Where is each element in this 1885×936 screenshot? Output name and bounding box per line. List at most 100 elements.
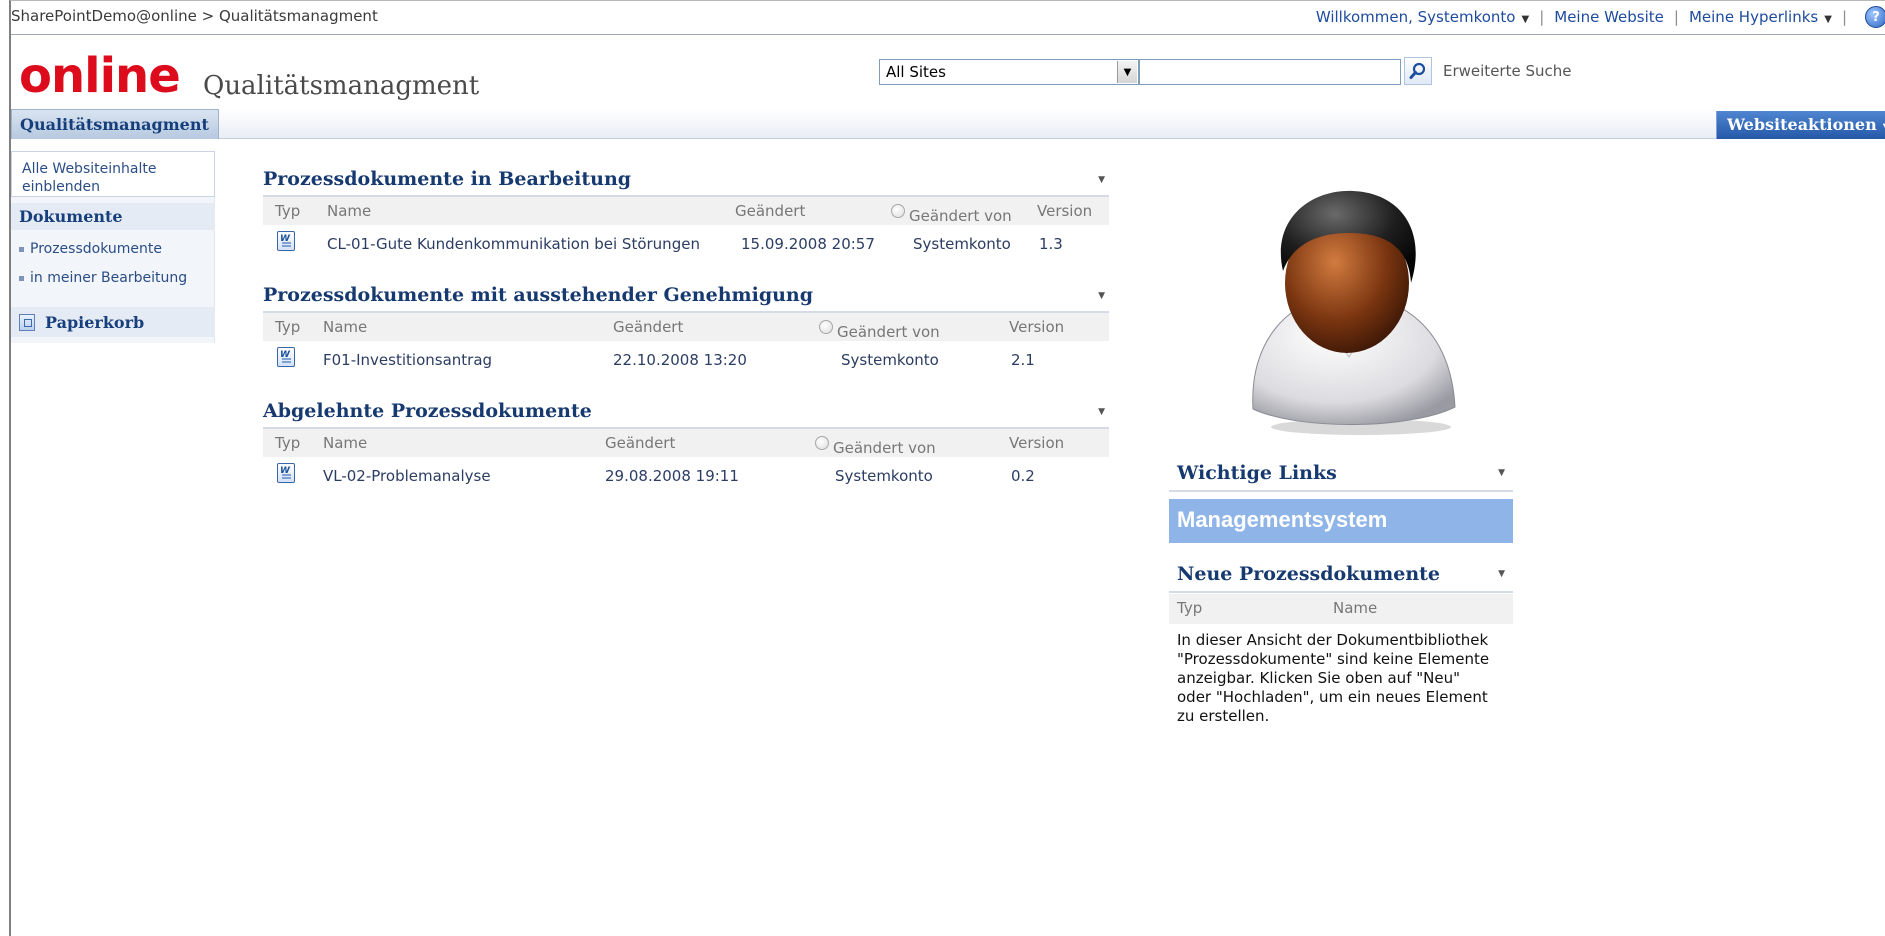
version-value: 1.3 [1039, 235, 1063, 253]
separator: | [1841, 8, 1847, 26]
page-title[interactable]: Qualitätsmanagment [203, 71, 479, 101]
modified-date: 22.10.2008 13:20 [613, 351, 747, 369]
advanced-search-link[interactable]: Erweiterte Suche [1443, 62, 1571, 80]
webpart-title[interactable]: Neue Prozessdokumente [1177, 563, 1440, 585]
modified-by-link[interactable]: Systemkonto [913, 235, 1011, 253]
col-type[interactable]: Typ [275, 202, 300, 220]
modified-date: 15.09.2008 20:57 [741, 235, 875, 253]
col-name[interactable]: Name [323, 318, 367, 336]
document-table: Typ Name Geändert Geändert von Version F… [263, 313, 1109, 373]
quick-launch: Alle Websiteinhalte einblenden Dokumente… [11, 151, 215, 343]
version-value: 2.1 [1011, 351, 1035, 369]
modified-by-link[interactable]: Systemkonto [835, 467, 933, 485]
col-modified-by[interactable]: Geändert von [819, 318, 940, 341]
modified-date: 29.08.2008 19:11 [605, 467, 739, 485]
col-name[interactable]: Name [323, 434, 367, 452]
my-site-link[interactable]: Meine Website [1554, 8, 1664, 26]
word-document-icon[interactable] [277, 231, 295, 251]
site-logo[interactable]: online [19, 47, 181, 105]
webpart-menu-icon[interactable]: ▼ [1098, 175, 1105, 185]
col-modified-by[interactable]: Geändert von [891, 202, 1012, 225]
webpart-new-process-documents: Neue Prozessdokumente ▼ [1169, 557, 1513, 593]
breadcrumb[interactable]: SharePointDemo@online > Qualitätsmanagme… [11, 7, 378, 25]
webpart-ausstehende-genehmigung: Prozessdokumente mit ausstehender Genehm… [263, 281, 1109, 373]
chevron-down-icon: ▼ [1521, 14, 1530, 25]
webpart-title[interactable]: Abgelehnte Prozessdokumente [263, 400, 592, 422]
search-scope-select[interactable]: All Sites ▼ [879, 59, 1139, 85]
webpart-important-links: Wichtige Links ▼ [1169, 456, 1513, 492]
nav-item-in-bearbeitung[interactable]: in meiner Bearbeitung [19, 270, 187, 286]
col-type[interactable]: Typ [275, 318, 300, 336]
nav-heading-documents[interactable]: Dokumente [11, 203, 215, 230]
user-avatar-icon [1252, 190, 1456, 435]
webpart-menu-icon[interactable]: ▼ [1498, 569, 1505, 579]
my-links-menu[interactable]: Meine Hyperlinks ▼ [1689, 8, 1832, 26]
word-document-icon[interactable] [277, 347, 295, 367]
recycle-bin-icon [19, 313, 35, 331]
search-button[interactable] [1404, 57, 1432, 85]
col-modified-by-label: Geändert von [909, 207, 1012, 225]
col-name[interactable]: Name [327, 202, 371, 220]
col-modified-by[interactable]: Geändert von [815, 434, 936, 457]
document-link[interactable]: F01-Investitionsantrag [323, 351, 492, 369]
webpart-title[interactable]: Prozessdokumente in Bearbeitung [263, 168, 631, 190]
bullet-icon [19, 246, 24, 252]
col-version[interactable]: Version [1037, 202, 1092, 220]
presence-icon [815, 436, 829, 450]
top-links: Willkommen, Systemkonto ▼ | Meine Website… [1316, 5, 1885, 29]
help-icon[interactable]: ? [1865, 6, 1885, 28]
presence-icon [819, 320, 833, 334]
document-table: Typ Name Geändert Geändert von Version C… [263, 197, 1109, 257]
search-scope-value: All Sites [886, 63, 946, 81]
word-document-icon[interactable] [277, 463, 295, 483]
table-header: Typ Name Geändert Geändert von Version [263, 429, 1109, 457]
separator: | [1673, 8, 1679, 26]
table-header: Typ Name [1169, 594, 1513, 624]
search-icon [1409, 62, 1426, 79]
col-modified[interactable]: Geändert [735, 202, 805, 220]
webpart-menu-icon[interactable]: ▼ [1098, 291, 1105, 301]
col-version[interactable]: Version [1009, 318, 1064, 336]
empty-list-message: In dieser Ansicht der Dokumentbibliothek… [1177, 631, 1490, 725]
webpart-in-bearbeitung: Prozessdokumente in Bearbeitung ▼ Typ Na… [263, 165, 1109, 257]
webpart-header: Prozessdokumente in Bearbeitung ▼ [263, 165, 1109, 197]
welcome-menu[interactable]: Willkommen, Systemkonto ▼ [1316, 8, 1529, 26]
presence-icon [891, 204, 905, 218]
document-table: Typ Name Geändert Geändert von Version V… [263, 429, 1109, 489]
webpart-title[interactable]: Wichtige Links [1177, 462, 1337, 484]
top-bar: SharePointDemo@online > Qualitätsmanagme… [11, 1, 1885, 35]
document-link[interactable]: CL-01-Gute Kundenkommunikation bei Störu… [327, 235, 700, 253]
bullet-icon [19, 275, 24, 281]
webpart-menu-icon[interactable]: ▼ [1098, 407, 1105, 417]
table-header: Typ Name Geändert Geändert von Version [263, 197, 1109, 225]
webpart-title[interactable]: Prozessdokumente mit ausstehender Genehm… [263, 284, 813, 306]
separator: | [1539, 8, 1545, 26]
view-all-content-link[interactable]: Alle Websiteinhalte einblenden [11, 151, 215, 197]
nav-item-prozessdokumente[interactable]: Prozessdokumente [19, 241, 162, 257]
col-type[interactable]: Typ [1177, 599, 1202, 617]
col-type[interactable]: Typ [275, 434, 300, 452]
document-link[interactable]: VL-02-Problemanalyse [323, 467, 491, 485]
site-actions-label: Websiteaktionen [1727, 115, 1877, 134]
webpart-abgelehnt: Abgelehnte Prozessdokumente ▼ Typ Name G… [263, 397, 1109, 489]
tab-bar: Qualitätsmanagment Websiteaktionen▼ [11, 109, 1885, 139]
col-modified[interactable]: Geändert [613, 318, 683, 336]
table-header: Typ Name Geändert Geändert von Version [263, 313, 1109, 341]
site-actions-menu[interactable]: Websiteaktionen▼ [1716, 111, 1885, 139]
webpart-menu-icon[interactable]: ▼ [1498, 468, 1505, 478]
recycle-bin-link[interactable]: Papierkorb [11, 307, 215, 337]
col-modified-by-label: Geändert von [837, 323, 940, 341]
chevron-down-icon[interactable]: ▼ [1117, 61, 1137, 83]
recycle-bin-label: Papierkorb [45, 312, 145, 332]
col-modified[interactable]: Geändert [605, 434, 675, 452]
managementsystem-link[interactable]: Managementsystem [1169, 499, 1513, 543]
col-name[interactable]: Name [1333, 599, 1377, 617]
welcome-label: Willkommen, Systemkonto [1315, 8, 1516, 26]
tab-home[interactable]: Qualitätsmanagment [11, 109, 219, 139]
nav-item-label: Prozessdokumente [30, 241, 162, 257]
search-input[interactable] [1139, 59, 1401, 85]
col-version[interactable]: Version [1009, 434, 1064, 452]
webpart-header: Prozessdokumente mit ausstehender Genehm… [263, 281, 1109, 313]
version-value: 0.2 [1011, 467, 1035, 485]
modified-by-link[interactable]: Systemkonto [841, 351, 939, 369]
